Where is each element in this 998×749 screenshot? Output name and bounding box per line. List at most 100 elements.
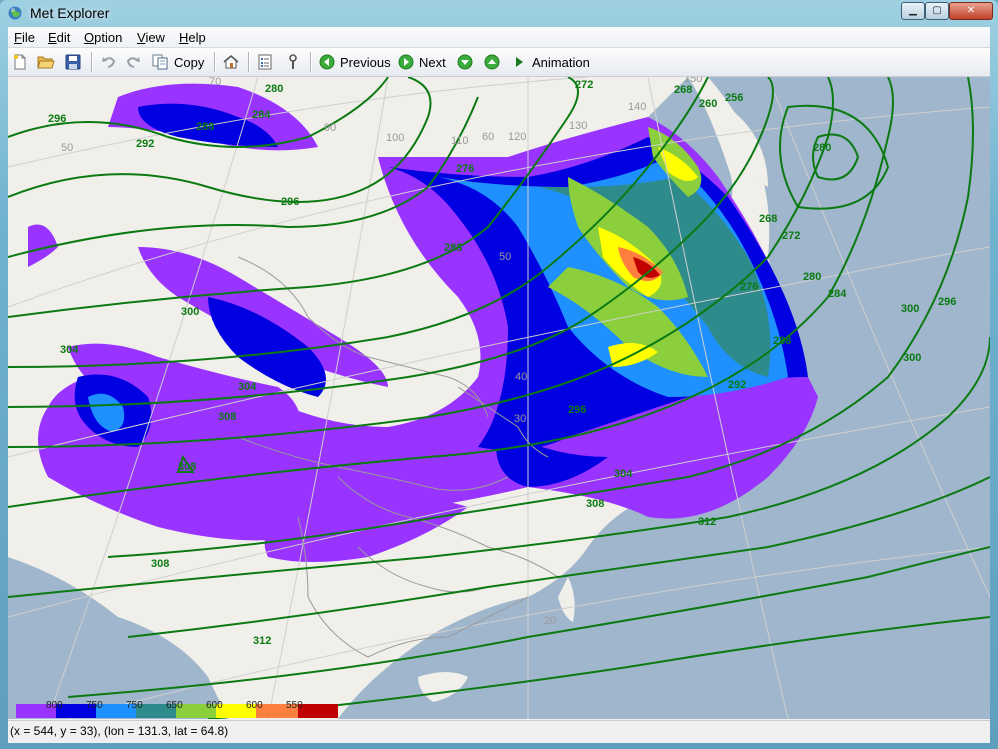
contour-label: 276 xyxy=(740,281,758,293)
legend-label: 750 xyxy=(126,700,143,711)
client-area: File Edit Option View Help Copy Previous… xyxy=(8,27,990,743)
grid-label: 50 xyxy=(499,251,511,263)
legend-label: 600 xyxy=(206,700,223,711)
contour-label: 268 xyxy=(759,213,777,225)
grid-label: 40 xyxy=(515,371,527,383)
legend-label: 750 xyxy=(86,700,103,711)
menu-help[interactable]: Help xyxy=(179,30,206,45)
contour-label: 256 xyxy=(725,92,743,104)
menu-file[interactable]: File xyxy=(14,30,35,45)
wrench-icon xyxy=(289,54,297,69)
toolbar-separator xyxy=(214,52,216,72)
contour-label: 304 xyxy=(60,344,79,356)
contour-label: 280 xyxy=(265,83,283,95)
toolbar: Copy Previous Next Animation xyxy=(8,48,990,77)
animation-label: Animation xyxy=(532,54,590,70)
copy-button[interactable]: Copy xyxy=(152,52,204,72)
close-button[interactable]: ✕ xyxy=(949,2,993,20)
globe-icon xyxy=(8,6,22,20)
grid-label: 30 xyxy=(514,413,526,425)
undo-icon xyxy=(102,57,116,68)
map-canvas[interactable]: 296 292 280 288 284 296 300 304 308 308 … xyxy=(8,77,990,719)
contour-label: 304 xyxy=(238,381,257,393)
contour-label: 296 xyxy=(568,404,586,416)
contour-label: 284 xyxy=(828,288,847,300)
contour-label: 300 xyxy=(903,352,921,364)
level-down-button[interactable] xyxy=(457,52,473,72)
arrow-right-icon xyxy=(398,54,414,70)
arrow-down-icon xyxy=(457,54,473,70)
grid-label: 20 xyxy=(544,615,556,627)
new-button[interactable] xyxy=(12,52,28,72)
contour-label: 280 xyxy=(813,142,831,154)
cursor-coordinates: (x = 544, y = 33), (lon = 131.3, lat = 6… xyxy=(10,724,229,738)
grid-label: 100 xyxy=(386,132,404,144)
toolbar-separator xyxy=(310,52,312,72)
menu-edit[interactable]: Edit xyxy=(48,30,70,45)
save-disk-icon xyxy=(65,54,81,70)
contour-label: 296 xyxy=(48,113,66,125)
previous-label: Previous xyxy=(340,54,391,70)
settings-button[interactable] xyxy=(286,52,300,72)
level-up-button[interactable] xyxy=(484,52,500,72)
contour-label: 312 xyxy=(253,635,271,647)
map-plot[interactable]: 296 292 280 288 284 296 300 304 308 308 … xyxy=(8,77,990,719)
animation-button[interactable]: Animation xyxy=(513,52,590,72)
redo-icon xyxy=(126,57,140,68)
grid-label: 50 xyxy=(61,142,73,154)
open-folder-icon xyxy=(37,56,55,69)
legend-label: 800 xyxy=(46,700,63,711)
contour-label: 272 xyxy=(575,79,593,91)
contour-label: 288 xyxy=(196,121,214,133)
previous-button[interactable]: Previous xyxy=(319,52,391,72)
arrow-left-icon xyxy=(319,54,335,70)
contour-label: 292 xyxy=(728,379,746,391)
title-bar[interactable]: Met Explorer ▁ ▢ ✕ xyxy=(0,0,998,26)
grid-label: 130 xyxy=(569,120,587,132)
contour-label: 308 xyxy=(586,498,604,510)
grid-label: 150 xyxy=(684,77,702,85)
contour-label: 300 xyxy=(901,303,919,315)
next-button[interactable]: Next xyxy=(398,52,446,72)
grid-label: 140 xyxy=(628,101,646,113)
toolbar-separator xyxy=(91,52,93,72)
menu-view[interactable]: View xyxy=(137,30,165,45)
grid-label: 90 xyxy=(324,122,336,134)
legend-labels: 800 750 750 650 600 600 550 xyxy=(16,700,346,711)
grid-label: 60 xyxy=(482,131,494,143)
contour-label: 260 xyxy=(699,98,717,110)
save-button[interactable] xyxy=(65,52,81,72)
toolbar-separator xyxy=(248,52,250,72)
contour-label: 296 xyxy=(281,196,299,208)
contour-label: 292 xyxy=(136,138,154,150)
copy-icon xyxy=(152,54,168,70)
grid-label: 70 xyxy=(209,77,221,88)
legend-label: 550 xyxy=(286,700,303,711)
undo-button[interactable] xyxy=(101,52,117,72)
minimize-button[interactable]: ▁ xyxy=(901,2,925,20)
contour-label: 276 xyxy=(456,163,474,175)
contour-label: 296 xyxy=(938,296,956,308)
contour-label: 280 xyxy=(803,271,821,283)
contour-label: 300 xyxy=(181,306,199,318)
menu-bar: File Edit Option View Help xyxy=(8,27,990,48)
layers-button[interactable] xyxy=(257,52,273,72)
grid-label: 110 xyxy=(451,135,469,147)
home-icon xyxy=(223,54,239,69)
new-file-icon xyxy=(14,54,26,70)
contour-label: 304 xyxy=(614,468,633,480)
contour-label: 288 xyxy=(773,335,791,347)
open-button[interactable] xyxy=(37,52,55,72)
maximize-button[interactable]: ▢ xyxy=(925,2,949,20)
window-title: Met Explorer xyxy=(30,5,110,21)
redo-button[interactable] xyxy=(125,52,141,72)
next-label: Next xyxy=(419,54,446,70)
contour-label: 308 xyxy=(178,461,196,473)
contour-label: 268 xyxy=(674,84,692,96)
menu-option[interactable]: Option xyxy=(84,30,122,45)
legend-label: 650 xyxy=(166,700,183,711)
app-window: Met Explorer ▁ ▢ ✕ File Edit Option View… xyxy=(0,0,998,749)
home-button[interactable] xyxy=(222,52,240,72)
contour-label: 312 xyxy=(698,516,716,528)
contour-label: 308 xyxy=(151,558,169,570)
